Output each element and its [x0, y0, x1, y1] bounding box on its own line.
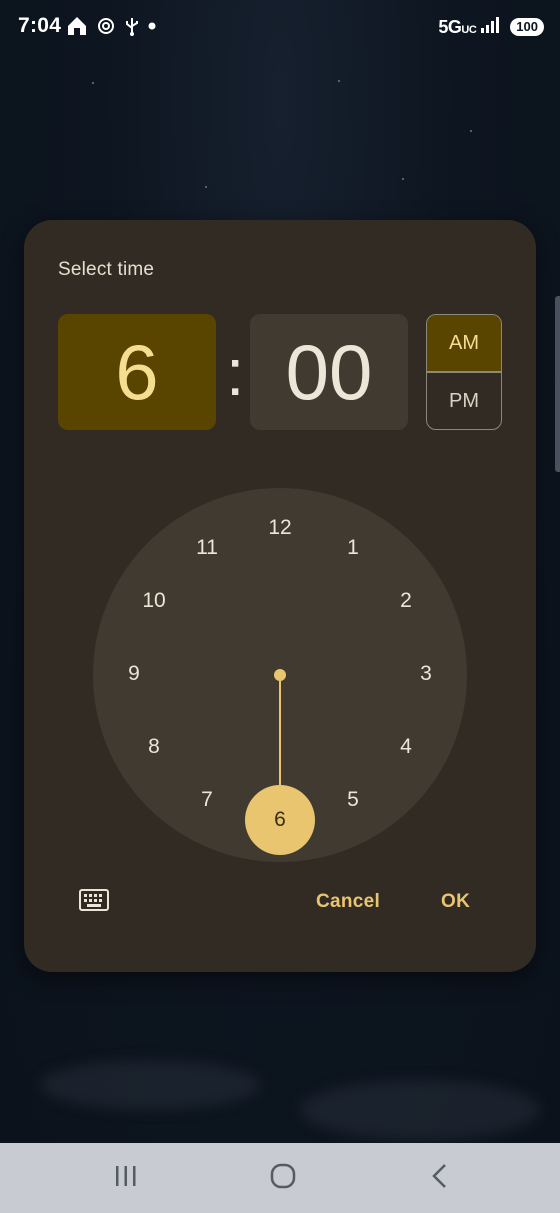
- clock-hand: [279, 674, 281, 801]
- home-button[interactable]: [263, 1163, 303, 1193]
- status-bar: 7:04 5GUC 100: [0, 0, 560, 52]
- dial-number-7[interactable]: 7: [187, 785, 227, 815]
- ok-button[interactable]: OK: [441, 886, 470, 918]
- dial-number-11[interactable]: 11: [187, 533, 227, 563]
- keyboard-input-button[interactable]: [78, 888, 110, 916]
- hour-selector[interactable]: 6: [58, 314, 216, 430]
- dot-icon: [148, 22, 156, 30]
- network-type: 5GUC: [438, 16, 477, 37]
- battery-indicator: 100: [510, 18, 544, 36]
- am-button[interactable]: AM: [427, 315, 501, 371]
- dial-number-10[interactable]: 10: [134, 586, 174, 616]
- dial-number-8[interactable]: 8: [134, 732, 174, 762]
- dial-number-5[interactable]: 5: [333, 785, 373, 815]
- home-circle-icon: [270, 1163, 296, 1194]
- navigation-bar: [0, 1143, 560, 1213]
- cloud: [300, 1080, 540, 1140]
- cancel-button[interactable]: Cancel: [316, 886, 380, 918]
- minute-selector[interactable]: 00: [250, 314, 408, 430]
- status-time: 7:04: [18, 14, 62, 37]
- edge-panel-handle[interactable]: [555, 296, 560, 472]
- status-right: 5GUC 100: [438, 15, 544, 39]
- recents-icon: [113, 1164, 139, 1193]
- dial-number-1[interactable]: 1: [333, 533, 373, 563]
- time-separator: :: [226, 335, 245, 409]
- dialog-title: Select time: [58, 259, 155, 280]
- moon-image: [264, 98, 296, 135]
- time-picker-dialog: Select time 6 : 00 AM PM 12 1 2 3 4 5 6 …: [24, 220, 536, 972]
- period-toggle: AM PM: [426, 314, 502, 430]
- home-icon: [66, 15, 88, 37]
- back-icon: [430, 1163, 450, 1194]
- back-button[interactable]: [420, 1163, 460, 1193]
- openai-icon: [96, 16, 116, 36]
- star: [402, 178, 404, 180]
- star: [92, 82, 94, 84]
- recents-button[interactable]: [106, 1163, 146, 1193]
- dial-number-12[interactable]: 12: [260, 513, 300, 543]
- keyboard-icon: [79, 888, 109, 916]
- notification-icons: [66, 14, 156, 38]
- cloud: [40, 1060, 260, 1110]
- signal-icon: [480, 16, 500, 38]
- dial-number-2[interactable]: 2: [386, 586, 426, 616]
- clock-center-dot: [274, 669, 286, 681]
- dial-number-9[interactable]: 9: [114, 659, 154, 689]
- star: [205, 186, 207, 188]
- dial-number-3[interactable]: 3: [406, 659, 446, 689]
- star: [338, 80, 340, 82]
- clock-dial[interactable]: 12 1 2 3 4 5 6 7 8 9 10 11: [93, 488, 467, 862]
- dial-selected-hour[interactable]: 6: [245, 785, 315, 855]
- usb-icon: [124, 16, 140, 36]
- dial-number-4[interactable]: 4: [386, 732, 426, 762]
- pm-button[interactable]: PM: [427, 373, 501, 429]
- star: [470, 130, 472, 132]
